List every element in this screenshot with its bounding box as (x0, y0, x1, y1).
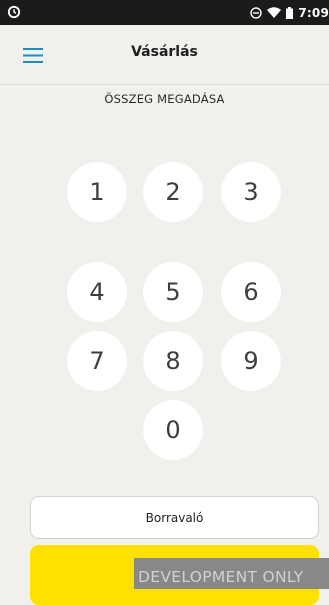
page-title: Vásárlás (131, 44, 198, 60)
status-time: 7:09 (298, 5, 329, 20)
keypad-key-7[interactable]: 7 (67, 331, 127, 391)
keypad-key-5[interactable]: 5 (143, 262, 203, 322)
keypad-key-9[interactable]: 9 (221, 331, 281, 391)
app-bar: Vásárlás (0, 25, 329, 85)
tip-button[interactable]: Borravaló (30, 496, 319, 539)
keypad-key-1[interactable]: 1 (67, 162, 127, 222)
amount-prompt: ÖSSZEG MEGADÁSA (104, 92, 225, 106)
keypad-key-4[interactable]: 4 (67, 262, 127, 322)
keypad-key-6[interactable]: 6 (221, 262, 281, 322)
status-bar: 7:09 (0, 0, 329, 25)
keypad-key-8[interactable]: 8 (143, 331, 203, 391)
keypad-key-2[interactable]: 2 (143, 162, 203, 222)
do-not-disturb-icon (250, 6, 263, 19)
keypad-key-3[interactable]: 3 (221, 162, 281, 222)
wifi-icon (267, 7, 282, 18)
development-only-banner: DEVELOPMENT ONLY (134, 558, 329, 589)
alarm-icon (7, 5, 21, 19)
keypad-key-0[interactable]: 0 (143, 400, 203, 460)
battery-icon (286, 6, 294, 19)
